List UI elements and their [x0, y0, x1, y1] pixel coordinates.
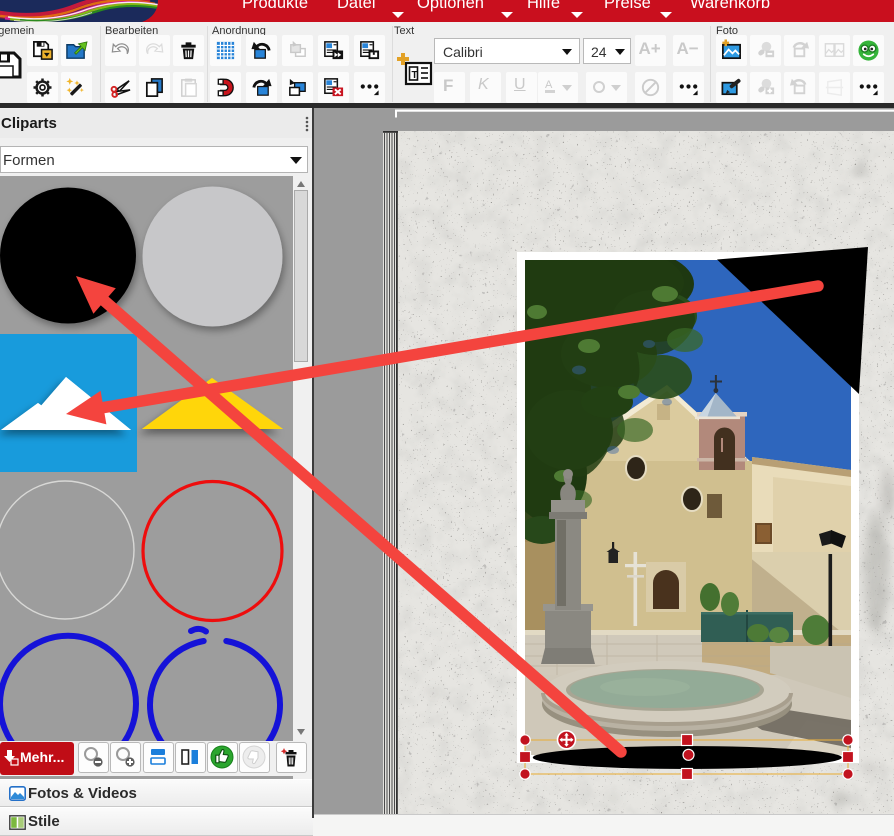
- svg-text:T: T: [412, 70, 418, 81]
- svg-text:A: A: [545, 79, 553, 91]
